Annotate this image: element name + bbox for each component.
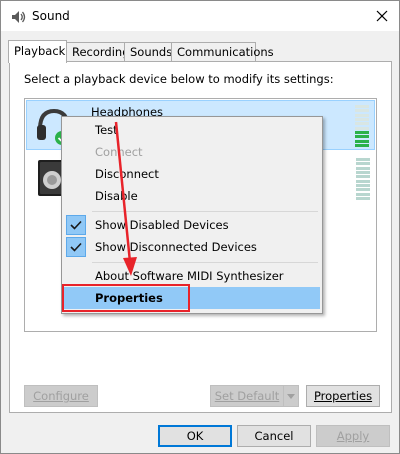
menu-item-test[interactable]: Test [64,119,320,141]
instruction-text: Select a playback device below to modify… [24,72,334,86]
level-meter [356,158,370,200]
menu-item-connect: Connect [95,145,143,159]
set-default-dropdown[interactable] [283,385,299,407]
speaker-icon [10,9,26,25]
close-button[interactable] [365,1,399,31]
close-icon [376,10,388,22]
menu-item-disable[interactable]: Disable [64,185,320,207]
cancel-button[interactable]: Cancel [237,425,311,447]
title-bar: Sound [1,1,399,31]
set-default-button[interactable]: Set Default [210,385,284,407]
menu-item-show-disabled[interactable]: Show Disabled Devices [64,214,320,236]
checkmark-icon [66,237,86,257]
tab-sounds[interactable]: Sounds [124,42,172,62]
tab-recording[interactable]: Recording [66,42,130,62]
menu-separator [92,262,318,263]
level-meter [355,105,369,147]
checkmark-icon [66,215,86,235]
annotation-highlight-box [62,284,190,312]
configure-button[interactable]: Configure [24,385,98,407]
chevron-down-icon [287,394,295,399]
tab-communications[interactable]: Communications [171,42,274,62]
tab-playback[interactable]: Playback [8,40,67,63]
window-title: Sound [32,9,70,23]
menu-item-show-disconnected[interactable]: Show Disconnected Devices [64,236,320,258]
menu-separator [92,211,318,212]
properties-button[interactable]: Properties [306,385,380,407]
menu-item-disconnect[interactable]: Disconnect [64,163,320,185]
ok-button[interactable]: OK [158,425,232,447]
apply-button[interactable]: Apply [316,425,390,447]
